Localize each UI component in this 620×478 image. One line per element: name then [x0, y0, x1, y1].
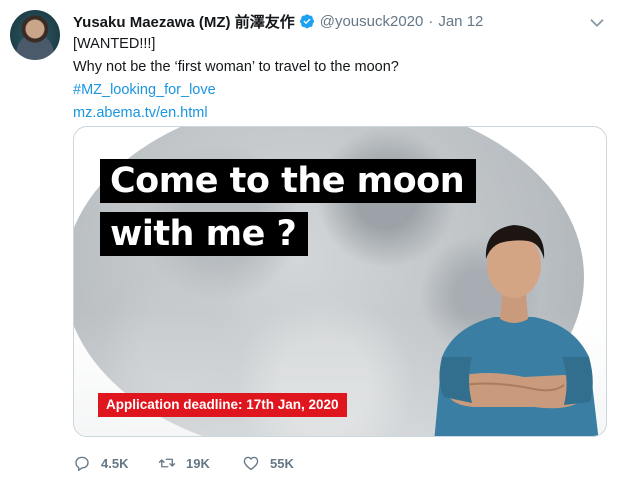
- application-deadline-banner: Application deadline: 17th Jan, 2020: [98, 393, 347, 417]
- hashtag-link[interactable]: #MZ_looking_for_love: [73, 79, 399, 102]
- tweet-date[interactable]: Jan 12: [438, 13, 483, 30]
- retweet-count: 19K: [186, 455, 210, 471]
- like-button[interactable]: 55K: [242, 454, 294, 472]
- tweet-line-question: Why not be the ‘first woman’ to travel t…: [73, 59, 399, 75]
- author-handle[interactable]: @yousuck2020: [320, 13, 424, 30]
- tweet[interactable]: Yusaku Maezawa (MZ) 前澤友作 @yousuck2020 · …: [0, 0, 620, 478]
- tweet-text: [WANTED!!!] Why not be the ‘first woman’…: [73, 33, 399, 125]
- reply-icon: [75, 456, 89, 471]
- tweet-header: Yusaku Maezawa (MZ) 前澤友作 @yousuck2020 · …: [73, 11, 483, 31]
- chevron-down-icon[interactable]: [586, 12, 608, 34]
- author-name[interactable]: Yusaku Maezawa (MZ) 前澤友作: [73, 11, 295, 32]
- reply-count: 4.5K: [101, 455, 129, 471]
- heart-icon: [243, 456, 259, 471]
- reply-button[interactable]: 4.5K: [73, 454, 128, 472]
- avatar[interactable]: [10, 10, 60, 60]
- verified-badge-icon: [299, 14, 314, 29]
- person-illustration: [434, 225, 599, 436]
- like-count: 55K: [270, 455, 294, 471]
- url-link[interactable]: mz.abema.tv/en.html: [73, 102, 399, 125]
- header-separator: ·: [428, 12, 434, 30]
- tweet-media-image[interactable]: Come to the moon with me ? Application d…: [73, 126, 607, 437]
- tweet-line-wanted: [WANTED!!!]: [73, 36, 156, 52]
- headline-line-1: Come to the moon: [100, 159, 477, 203]
- retweet-icon: [158, 458, 176, 468]
- retweet-button[interactable]: 19K: [158, 454, 210, 472]
- headline-line-2: with me ?: [100, 212, 309, 256]
